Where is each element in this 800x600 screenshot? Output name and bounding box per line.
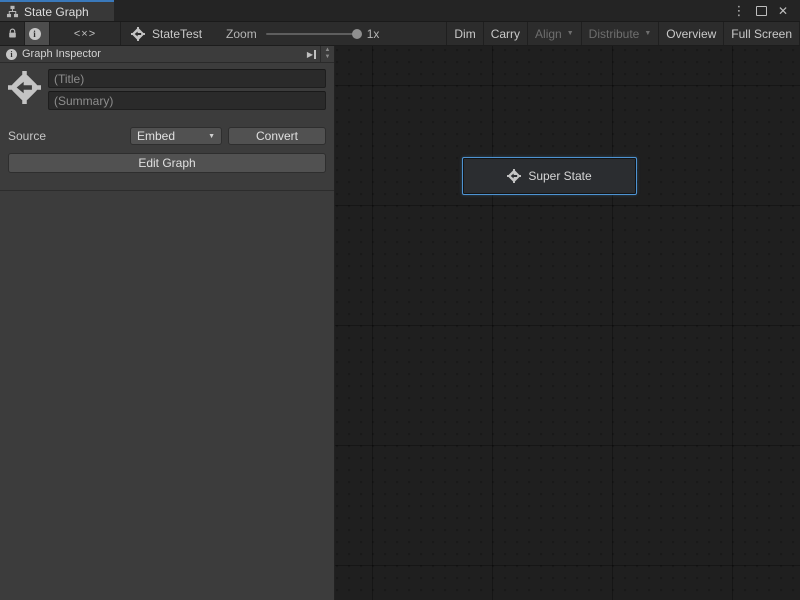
- source-dropdown[interactable]: Embed ▼: [130, 127, 222, 145]
- edit-graph-label: Edit Graph: [138, 156, 195, 170]
- dock-icon-bar: [314, 50, 316, 59]
- breadcrumb-state-test[interactable]: StateTest: [121, 22, 212, 45]
- state-graph-icon: [8, 71, 41, 104]
- full-screen-button[interactable]: Full Screen: [723, 22, 800, 45]
- chevron-down-icon: ▼: [644, 30, 651, 37]
- zoom-slider-handle[interactable]: [352, 29, 362, 39]
- dock-icon: ▶: [307, 50, 313, 59]
- graph-hierarchy-icon: [6, 5, 19, 18]
- zoom-value: 1x: [367, 27, 380, 41]
- source-label: Source: [8, 129, 130, 143]
- lock-icon: [7, 28, 18, 39]
- scroll-down-icon: ▼: [325, 54, 331, 61]
- graph-inspector-header: i Graph Inspector ▶ ▲ ▼: [0, 46, 334, 63]
- tab-state-graph[interactable]: State Graph: [0, 0, 114, 21]
- convert-label: Convert: [256, 129, 298, 143]
- dim-button[interactable]: Dim: [446, 22, 482, 45]
- info-icon: i: [29, 28, 41, 40]
- window-controls: ⋮ ✕: [730, 0, 800, 21]
- dock-panel-button[interactable]: ▶: [303, 50, 320, 59]
- maximize-button[interactable]: [752, 2, 770, 20]
- breadcrumb-label: StateTest: [152, 27, 202, 41]
- distribute-label: Distribute: [589, 27, 640, 41]
- source-dropdown-value: Embed: [137, 129, 175, 143]
- zoom-label: Zoom: [226, 27, 257, 41]
- carry-button[interactable]: Carry: [483, 22, 527, 45]
- graph-summary-input[interactable]: [48, 91, 326, 110]
- inspector-toggle-button[interactable]: i: [25, 22, 49, 45]
- align-button[interactable]: Align ▼: [527, 22, 581, 45]
- toolbar: i <×> StateTest Zoom 1x: [0, 22, 800, 46]
- panel-title: Graph Inspector: [22, 48, 101, 60]
- zoom-slider[interactable]: [266, 33, 358, 35]
- full-screen-label: Full Screen: [731, 27, 792, 41]
- code-icon: <×>: [74, 28, 96, 40]
- dim-label: Dim: [454, 27, 475, 41]
- tab-label: State Graph: [24, 5, 89, 19]
- info-icon: i: [6, 49, 17, 60]
- titlebar: State Graph ⋮ ✕: [0, 0, 800, 22]
- chevron-down-icon: ▼: [567, 30, 574, 37]
- close-button[interactable]: ✕: [774, 2, 792, 20]
- kebab-menu-icon: ⋮: [733, 3, 746, 19]
- overview-label: Overview: [666, 27, 716, 41]
- panel-scroll-arrows[interactable]: ▲ ▼: [320, 46, 334, 62]
- convert-button[interactable]: Convert: [228, 127, 326, 145]
- scroll-up-icon: ▲: [325, 47, 331, 54]
- graph-info-row: [0, 63, 334, 110]
- graph-inspector-panel: i Graph Inspector ▶ ▲ ▼: [0, 46, 335, 600]
- state-graph-icon: [131, 27, 145, 41]
- lock-button[interactable]: [0, 22, 24, 45]
- node-super-state[interactable]: Super State: [462, 157, 637, 195]
- graph-title-input[interactable]: [48, 69, 326, 88]
- overview-button[interactable]: Overview: [658, 22, 723, 45]
- window-menu-button[interactable]: ⋮: [730, 2, 748, 20]
- carry-label: Carry: [491, 27, 520, 41]
- zoom-control: Zoom 1x: [226, 22, 379, 45]
- source-row: Source Embed ▼ Convert: [8, 127, 326, 145]
- close-icon: ✕: [778, 4, 788, 18]
- panel-empty-area: [0, 191, 334, 600]
- edit-graph-button[interactable]: Edit Graph: [8, 153, 326, 173]
- graph-tools: Dim Carry Align ▼ Distribute ▼ Overview …: [446, 22, 800, 45]
- distribute-button[interactable]: Distribute ▼: [581, 22, 659, 45]
- maximize-icon: [756, 6, 767, 16]
- align-label: Align: [535, 27, 562, 41]
- state-graph-window: State Graph ⋮ ✕ i <×>: [0, 0, 800, 600]
- chevron-down-icon: ▼: [208, 133, 215, 140]
- state-graph-icon: [507, 169, 521, 183]
- code-view-button[interactable]: <×>: [50, 22, 120, 45]
- graph-canvas[interactable]: Super State: [335, 46, 800, 600]
- node-label: Super State: [528, 169, 591, 183]
